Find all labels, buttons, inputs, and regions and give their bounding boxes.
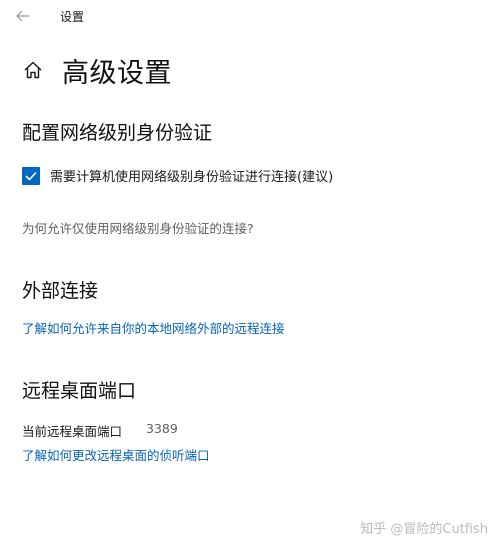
app-title: 设置 [60, 10, 85, 24]
port-section-heading: 远程桌面端口 [22, 380, 137, 402]
port-value: 3389 [146, 421, 178, 436]
nla-checkbox-row[interactable]: 需要计算机使用网络级别身份验证进行连接(建议) [22, 166, 333, 185]
title-bar: 设置 [0, 0, 500, 32]
change-port-link[interactable]: 了解如何更改远程桌面的侦听端口 [22, 445, 210, 464]
page-title: 高级设置 [62, 57, 172, 89]
nla-section-heading: 配置网络级别身份验证 [22, 122, 213, 144]
port-row: 当前远程桌面端口 3389 [22, 421, 178, 440]
watermark: 知乎 @冒险的Cutfish [360, 522, 488, 537]
nla-question-text[interactable]: 为何允许仅使用网络级别身份验证的连接? [22, 218, 254, 237]
external-connections-link[interactable]: 了解如何允许来自你的本地网络外部的远程连接 [22, 318, 285, 337]
back-arrow-icon [16, 10, 29, 22]
nla-checkbox-label: 需要计算机使用网络级别身份验证进行连接(建议) [50, 170, 334, 185]
home-icon[interactable] [22, 59, 44, 81]
nla-checkbox[interactable] [22, 166, 40, 185]
port-label: 当前远程桌面端口 [22, 424, 123, 439]
external-section-heading: 外部连接 [22, 280, 99, 302]
back-button[interactable] [10, 6, 36, 26]
checkmark-icon [25, 171, 37, 181]
page-header: 高级设置 [22, 52, 172, 89]
